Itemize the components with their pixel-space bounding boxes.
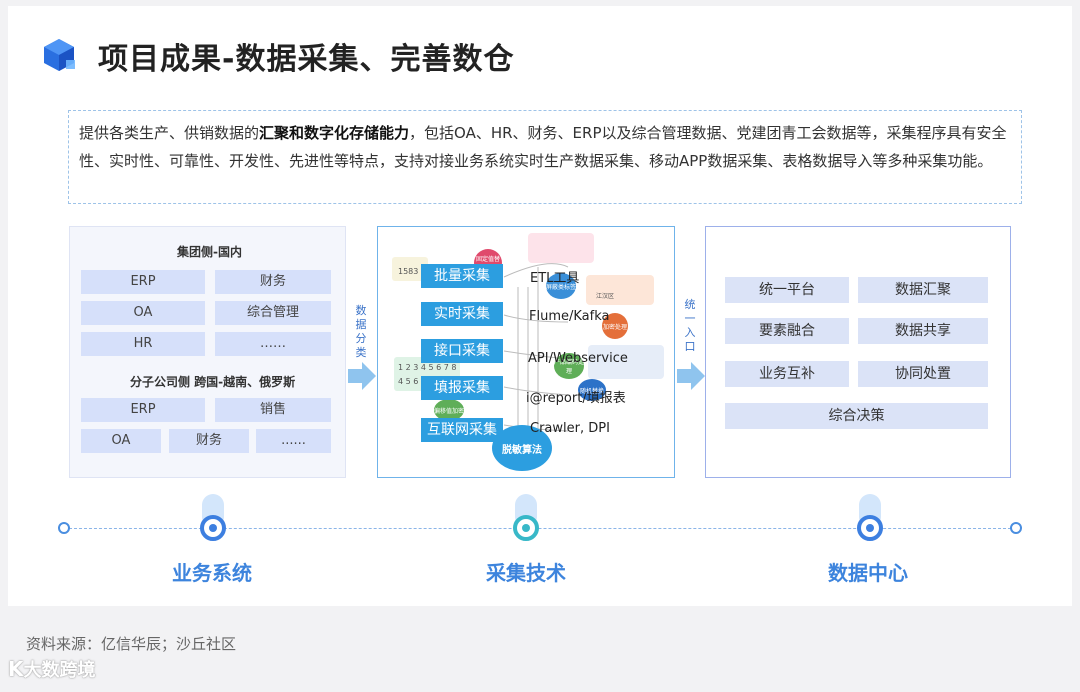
group-item: 综合管理: [215, 301, 331, 325]
tech-label: API/Webservice: [528, 351, 628, 366]
timeline-node: [513, 515, 539, 541]
sub-item: ERP: [81, 398, 205, 422]
subsidiary-title: 分子公司侧 跨国-越南、俄罗斯: [130, 375, 296, 389]
tech-label: i@report/填报表: [526, 391, 626, 406]
data-classification-label: 数据分类: [355, 304, 367, 359]
right-arrow-stem: [677, 369, 691, 383]
group-item: ERP: [81, 270, 205, 294]
data-center-item: 数据共享: [858, 318, 988, 344]
timeline-node: [200, 515, 226, 541]
watermark-text: 大数跨境: [23, 660, 96, 681]
data-center-item: 综合决策: [725, 403, 988, 429]
sub-item: 销售: [215, 398, 331, 422]
unified-entry-label: 统一入口: [684, 298, 696, 353]
data-center-item: 统一平台: [725, 277, 849, 303]
right-arrow-icon: [362, 362, 376, 390]
sub-item: ......: [256, 429, 331, 453]
right-arrow-icon: [691, 362, 705, 390]
data-center-item: 协同处置: [858, 361, 988, 387]
method-label: 批量采集: [421, 264, 503, 288]
group-title: 集团侧-国内: [177, 245, 242, 259]
description-prefix: 提供各类生产、供销数据的: [79, 124, 260, 142]
method-label: 实时采集: [421, 302, 503, 326]
sub-item: OA: [81, 429, 161, 453]
group-item: HR: [81, 332, 205, 356]
data-center-item: 数据汇聚: [858, 277, 988, 303]
group-item: ……: [215, 332, 331, 356]
number-tag: 4 5 6: [398, 377, 419, 386]
watermark: K大数跨境: [8, 656, 96, 682]
method-label: 接口采集: [421, 339, 503, 363]
timeline-node: [857, 515, 883, 541]
stage-label: 业务系统: [172, 561, 252, 585]
group-item: OA: [81, 301, 205, 325]
sub-item: 财务: [169, 429, 249, 453]
description-bold: 汇聚和数字化存储能力: [259, 124, 410, 142]
timeline-end-dot: [1010, 522, 1022, 534]
method-label: 互联网采集: [421, 418, 503, 442]
number-tag: 1583: [398, 267, 419, 276]
data-center-item: 业务互补: [725, 361, 849, 387]
tech-label: Crawler, DPI: [530, 421, 610, 436]
page-title: 项目成果-数据采集、完善数仓: [98, 42, 515, 77]
method-label: 填报采集: [421, 376, 503, 400]
description-box: 提供各类生产、供销数据的汇聚和数字化存储能力，包括OA、HR、财务、ERP以及综…: [68, 110, 1022, 204]
cube-icon: [44, 39, 75, 71]
number-tag: 1 2 3 4 5 6 7 8: [398, 363, 457, 372]
source-citation: 资料来源：亿信华辰；沙丘社区: [26, 635, 237, 653]
watermark-logo-icon: K: [8, 657, 24, 681]
region-tag: 江汉区: [596, 293, 615, 300]
left-arrow-stem: [348, 369, 362, 383]
group-item: 财务: [215, 270, 331, 294]
data-center-item: 要素融合: [725, 318, 849, 344]
tech-label: Flume/Kafka: [529, 309, 610, 324]
business-systems-panel: 集团侧-国内 ERP 财务 OA 综合管理 HR …… 分子公司侧 跨国-越南、…: [69, 226, 346, 478]
timeline-start-dot: [58, 522, 70, 534]
tech-label: ETL工具: [530, 271, 580, 286]
stage-label: 数据中心: [828, 561, 908, 585]
stage-label: 采集技术: [486, 561, 566, 585]
data-center-panel: 统一平台 数据汇聚 要素融合 数据共享 业务互补 协同处置 综合决策: [705, 226, 1011, 478]
